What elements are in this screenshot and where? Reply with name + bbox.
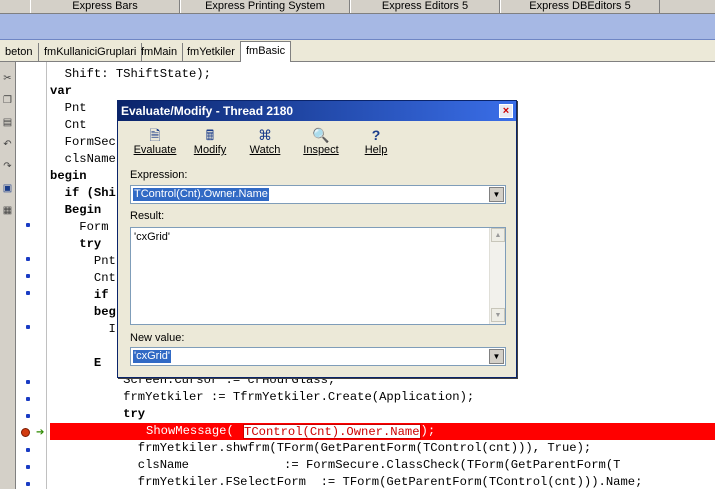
code-line: var bbox=[50, 84, 72, 98]
inspect-icon: 🔍 bbox=[312, 127, 330, 143]
editor-tab-bar: beton fmKullaniciGruplari fmMain fmYetki… bbox=[0, 40, 715, 62]
code-line: if (Shi bbox=[50, 186, 116, 200]
line-marker[interactable] bbox=[26, 397, 30, 401]
watch-button[interactable]: ⌘ Watch bbox=[242, 125, 288, 161]
code-line: Begin bbox=[50, 203, 102, 217]
line-marker[interactable] bbox=[26, 448, 30, 452]
line-marker[interactable] bbox=[26, 465, 30, 469]
left-toolbar: ✂ ❐ ▤ ↶ ↷ ▣ ▦ bbox=[0, 62, 16, 489]
result-memo[interactable]: 'cxGrid' ▲ ▼ bbox=[130, 227, 506, 325]
code-line: try bbox=[50, 237, 102, 251]
help-button[interactable]: ? Help bbox=[356, 125, 396, 161]
component-palette-area bbox=[0, 14, 715, 40]
watch-label: Watch bbox=[249, 144, 281, 156]
code-line: clsName bbox=[50, 152, 116, 166]
save-all-icon[interactable]: ▦ bbox=[1, 204, 14, 217]
evaluate-button[interactable]: 🗎 Evaluate bbox=[132, 125, 178, 161]
palette-tab[interactable]: Express Bars bbox=[30, 0, 180, 13]
modify-label: Modify bbox=[193, 144, 227, 156]
evaluate-icon: 🗎 bbox=[149, 127, 161, 143]
copy-icon[interactable]: ❐ bbox=[1, 94, 14, 107]
code-line: frmYetkiler := TfrmYetkiler.Create(Appli… bbox=[50, 390, 475, 404]
breakpoint-icon[interactable] bbox=[21, 428, 30, 437]
code-line: clsName := FormSecure.ClassCheck(TForm(G… bbox=[50, 458, 621, 472]
code-line: if bbox=[50, 288, 109, 302]
new-value-value[interactable]: 'cxGrid' bbox=[133, 350, 171, 363]
editor-gutter[interactable]: ➔ bbox=[17, 62, 47, 489]
code-line: I bbox=[50, 322, 116, 336]
watch-icon: ⌘ bbox=[258, 127, 272, 143]
code-line: Form bbox=[50, 220, 109, 234]
code-line: frmYetkiler.shwfrm(TForm(GetParentForm(T… bbox=[50, 441, 592, 455]
undo-icon[interactable]: ↶ bbox=[1, 138, 14, 151]
exec-line-selection[interactable]: TControl(Cnt).Owner.Name bbox=[243, 424, 421, 439]
close-icon[interactable]: × bbox=[499, 104, 513, 118]
dialog-toolbar: 🗎 Evaluate 🖩 Modify ⌘ Watch 🔍 Inspect ? … bbox=[122, 125, 512, 161]
evaluate-modify-dialog: Evaluate/Modify - Thread 2180 × 🗎 Evalua… bbox=[117, 100, 517, 378]
scroll-up-icon[interactable]: ▲ bbox=[491, 228, 505, 242]
line-marker[interactable] bbox=[26, 274, 30, 278]
result-label: Result: bbox=[130, 210, 165, 222]
code-line: try bbox=[50, 407, 146, 421]
code-line: beg bbox=[50, 305, 116, 319]
exec-line-suffix: ); bbox=[420, 424, 436, 438]
editor-tab[interactable]: fmYetkiler bbox=[182, 43, 241, 62]
chevron-down-icon[interactable]: ▼ bbox=[489, 349, 504, 364]
exec-line-prefix: ShowMessage( bbox=[146, 424, 234, 438]
editor-tab[interactable]: fmKullaniciGruplari bbox=[39, 43, 143, 62]
modify-icon: 🖩 bbox=[205, 127, 215, 143]
editor-tab-active[interactable]: fmBasic bbox=[240, 41, 292, 62]
execution-line[interactable]: ShowMessage( TControl(Cnt).Owner.Name ); bbox=[50, 423, 715, 440]
paste-icon[interactable]: ▤ bbox=[1, 116, 14, 129]
code-line: frmYetkiler.FSelectForm := TForm(GetPare… bbox=[50, 475, 643, 489]
help-label: Help bbox=[364, 144, 388, 156]
scroll-down-icon[interactable]: ▼ bbox=[491, 308, 505, 322]
palette-tab[interactable]: Express Printing System bbox=[180, 0, 350, 13]
expression-combobox[interactable]: TControl(Cnt).Owner.Name ▼ bbox=[130, 185, 506, 204]
execution-point-icon: ➔ bbox=[36, 427, 45, 438]
expression-label: Expression: bbox=[130, 169, 188, 181]
palette-tab[interactable]: Express DBEditors 5 bbox=[500, 0, 660, 13]
code-line: E bbox=[50, 356, 102, 370]
save-icon[interactable]: ▣ bbox=[1, 182, 14, 195]
result-scrollbar[interactable]: ▲ ▼ bbox=[489, 228, 505, 324]
line-marker[interactable] bbox=[26, 223, 30, 227]
exec-line-highlight: TControl(Cnt).Owner.Name bbox=[244, 425, 420, 439]
code-line: Cnt bbox=[50, 271, 116, 285]
help-icon: ? bbox=[371, 127, 381, 143]
evaluate-label: Evaluate bbox=[133, 144, 177, 156]
dialog-title[interactable]: Evaluate/Modify - Thread 2180 bbox=[118, 101, 516, 121]
code-line: Pnt bbox=[50, 101, 87, 115]
line-marker[interactable] bbox=[26, 291, 30, 295]
component-palette-tabs: Express Bars Express Printing System Exp… bbox=[0, 0, 715, 14]
code-line: FormSec bbox=[50, 135, 116, 149]
redo-icon[interactable]: ↷ bbox=[1, 160, 14, 173]
new-value-combobox[interactable]: 'cxGrid' ▼ bbox=[130, 347, 506, 366]
line-marker[interactable] bbox=[26, 414, 30, 418]
cut-icon[interactable]: ✂ bbox=[1, 72, 14, 85]
code-line: begin bbox=[50, 169, 87, 183]
new-value-label: New value: bbox=[130, 332, 185, 344]
line-marker[interactable] bbox=[26, 482, 30, 486]
line-marker[interactable] bbox=[26, 380, 30, 384]
code-line: Cnt bbox=[50, 118, 87, 132]
line-marker[interactable] bbox=[26, 257, 30, 261]
modify-button[interactable]: 🖩 Modify bbox=[188, 125, 232, 161]
editor-tab[interactable]: fmMain bbox=[136, 43, 184, 62]
palette-tab[interactable]: Express Editors 5 bbox=[350, 0, 500, 13]
editor-tab[interactable]: beton bbox=[0, 43, 39, 62]
result-value: 'cxGrid' bbox=[134, 231, 170, 243]
inspect-button[interactable]: 🔍 Inspect bbox=[298, 125, 344, 161]
chevron-down-icon[interactable]: ▼ bbox=[489, 187, 504, 202]
expression-value[interactable]: TControl(Cnt).Owner.Name bbox=[133, 188, 269, 201]
line-marker[interactable] bbox=[26, 325, 30, 329]
code-line: Shift: TShiftState); bbox=[50, 67, 211, 81]
inspect-label: Inspect bbox=[303, 144, 339, 156]
code-line: Pnt bbox=[50, 254, 116, 268]
